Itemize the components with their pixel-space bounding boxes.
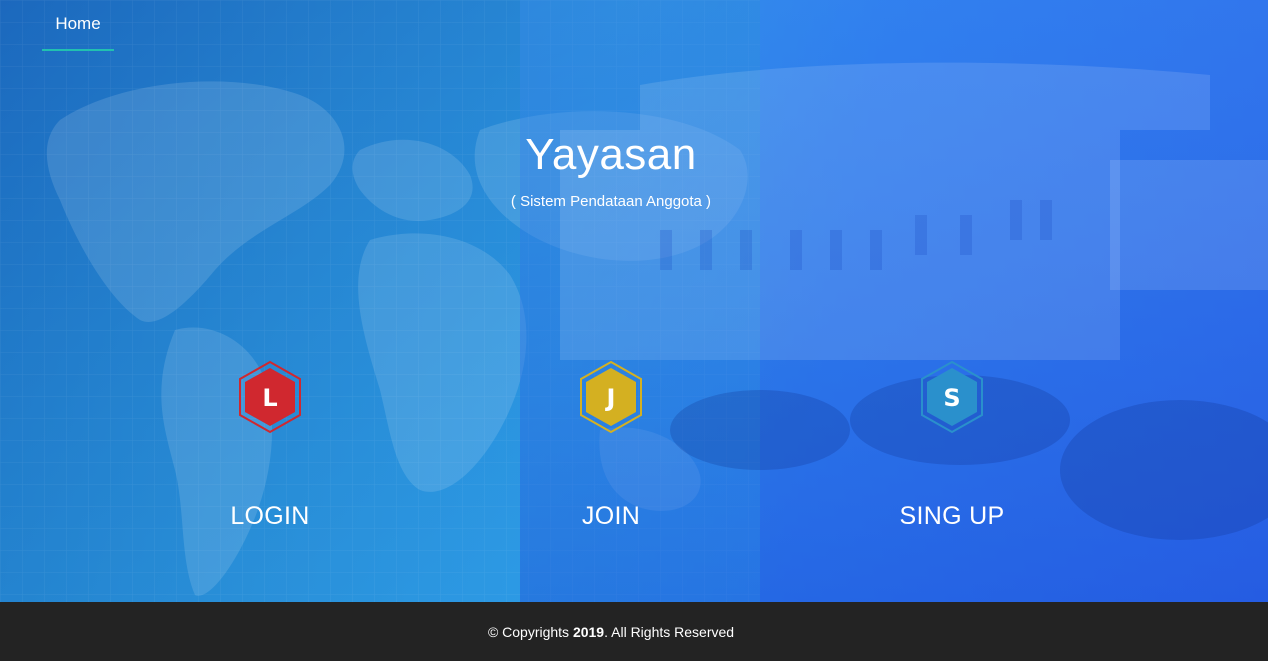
hexagon-j-icon: J — [580, 360, 642, 434]
signup-label[interactable]: SING UP — [852, 502, 1052, 531]
page-title: Yayasan — [525, 130, 697, 179]
copyright-text: © Copyrights 2019. All Rights Reserved — [0, 624, 1222, 640]
copyright-year: 2019 — [572, 624, 605, 640]
hero-section: Home Yayasan ( Sistem Pendataan Anggota … — [0, 0, 1268, 602]
svg-text:L: L — [262, 384, 277, 412]
nav-active-underline — [42, 49, 114, 51]
join-action[interactable]: J JOIN — [511, 360, 711, 540]
hexagon-l-icon: L — [239, 360, 301, 434]
hexagon-s-icon: S — [921, 360, 983, 434]
copyright-prefix: © Copyrights — [487, 624, 573, 640]
nav-home-link[interactable]: Home — [42, 14, 114, 34]
join-label[interactable]: JOIN — [511, 502, 711, 531]
login-action[interactable]: L LOGIN — [170, 360, 370, 540]
svg-text:J: J — [605, 384, 616, 412]
footer: © Copyrights 2019. All Rights Reserved — [0, 602, 1268, 661]
signup-action[interactable]: S SING UP — [852, 360, 1052, 540]
svg-text:S: S — [943, 384, 960, 412]
login-label[interactable]: LOGIN — [170, 502, 370, 531]
copyright-suffix: . All Rights Reserved — [604, 624, 735, 640]
page-subtitle: ( Sistem Pendataan Anggota ) — [510, 193, 712, 210]
top-nav: Home — [42, 0, 114, 52]
